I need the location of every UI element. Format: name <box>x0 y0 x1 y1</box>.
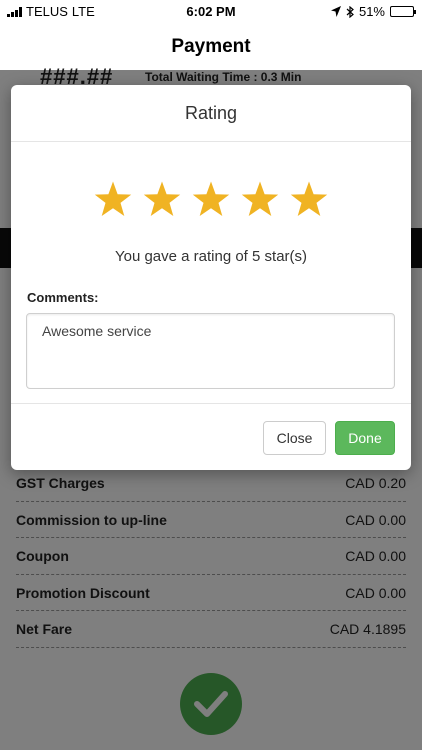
close-button[interactable]: Close <box>263 421 326 455</box>
rating-dialog: Rating You gave a rating of 5 star(s) Co… <box>11 85 411 470</box>
star-icon[interactable] <box>142 180 182 220</box>
comments-label: Comments: <box>27 290 99 305</box>
payment-screen: TELUS LTE 6:02 PM 51% Payment ###.## Tot… <box>0 0 422 750</box>
status-right: 51% <box>330 4 416 19</box>
star-icon[interactable] <box>240 180 280 220</box>
dialog-title: Rating <box>184 103 238 123</box>
bluetooth-icon <box>346 5 354 18</box>
star-icon[interactable] <box>191 180 231 220</box>
dialog-header: Rating <box>11 85 411 142</box>
rating-text: You gave a rating of 5 star(s) <box>114 248 308 265</box>
battery-icon <box>390 6 416 17</box>
dialog-divider <box>11 403 411 404</box>
star-icon[interactable] <box>289 180 329 220</box>
done-button[interactable]: Done <box>335 421 395 455</box>
location-arrow-icon <box>330 6 341 17</box>
star-icon[interactable] <box>93 180 133 220</box>
star-rating <box>11 180 411 220</box>
comments-textarea[interactable]: Awesome service <box>26 313 395 389</box>
battery-percent: 51% <box>358 4 385 19</box>
status-bar: TELUS LTE 6:02 PM 51% <box>0 0 422 24</box>
